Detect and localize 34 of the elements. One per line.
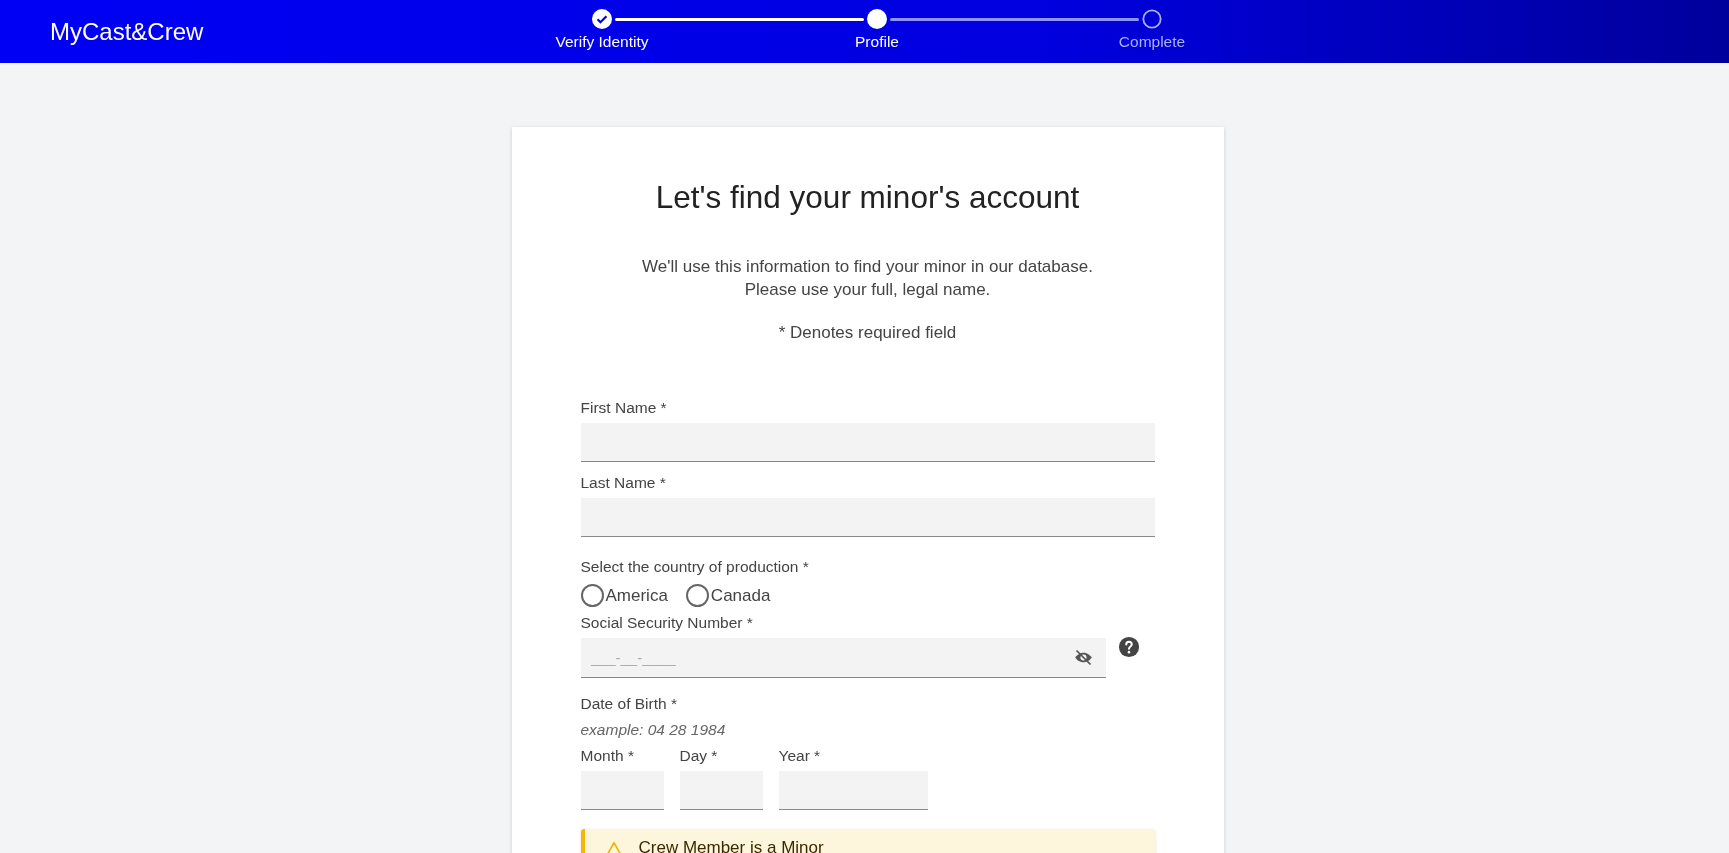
ssn-field[interactable]: ___-__-____ bbox=[580, 638, 1106, 678]
example-hint: example: 04 28 1984 bbox=[580, 721, 727, 739]
date-field[interactable] bbox=[580, 771, 664, 810]
field-label: Month * bbox=[580, 747, 635, 765]
field-label: Day * bbox=[679, 747, 719, 765]
step-label: Complete bbox=[1118, 33, 1186, 51]
date-field[interactable] bbox=[778, 771, 928, 810]
intro-text: We'll use this information to find your minor in our database. bbox=[641, 256, 1094, 278]
field-label: First Name * bbox=[580, 399, 668, 417]
step-label: Verify Identity bbox=[555, 33, 649, 51]
radio-icon[interactable] bbox=[685, 584, 709, 607]
card-title: Let's find your minor's account bbox=[654, 179, 1081, 215]
radio-option[interactable]: Canada bbox=[685, 584, 771, 607]
brand-logo[interactable]: MyCast&Crew bbox=[50, 18, 204, 46]
field-label: Select the country of production * bbox=[580, 558, 810, 576]
check-icon bbox=[592, 9, 612, 29]
eye-slash-icon[interactable] bbox=[1072, 647, 1094, 668]
field-label: Date of Birth * bbox=[580, 695, 678, 713]
help-icon[interactable] bbox=[1117, 636, 1140, 658]
required-note: * Denotes required field bbox=[777, 322, 958, 344]
step-label: Profile bbox=[855, 33, 899, 51]
step-dot-icon bbox=[867, 9, 887, 29]
field-label: Year * bbox=[778, 747, 822, 765]
radio-option[interactable]: America bbox=[580, 584, 668, 607]
radio-icon[interactable] bbox=[580, 584, 604, 607]
date-field[interactable] bbox=[679, 771, 763, 810]
alert-title: Crew Member is a Minor bbox=[638, 838, 824, 853]
field-label: Social Security Number * bbox=[580, 614, 754, 632]
first-name-field[interactable] bbox=[580, 423, 1155, 462]
intro-text: Please use your full, legal name. bbox=[743, 279, 992, 301]
step-circle-icon bbox=[1142, 9, 1162, 29]
ssn-input[interactable]: ___-__-____ bbox=[588, 648, 1073, 667]
field-label: Last Name * bbox=[580, 474, 667, 492]
last-name-field[interactable] bbox=[580, 498, 1155, 537]
